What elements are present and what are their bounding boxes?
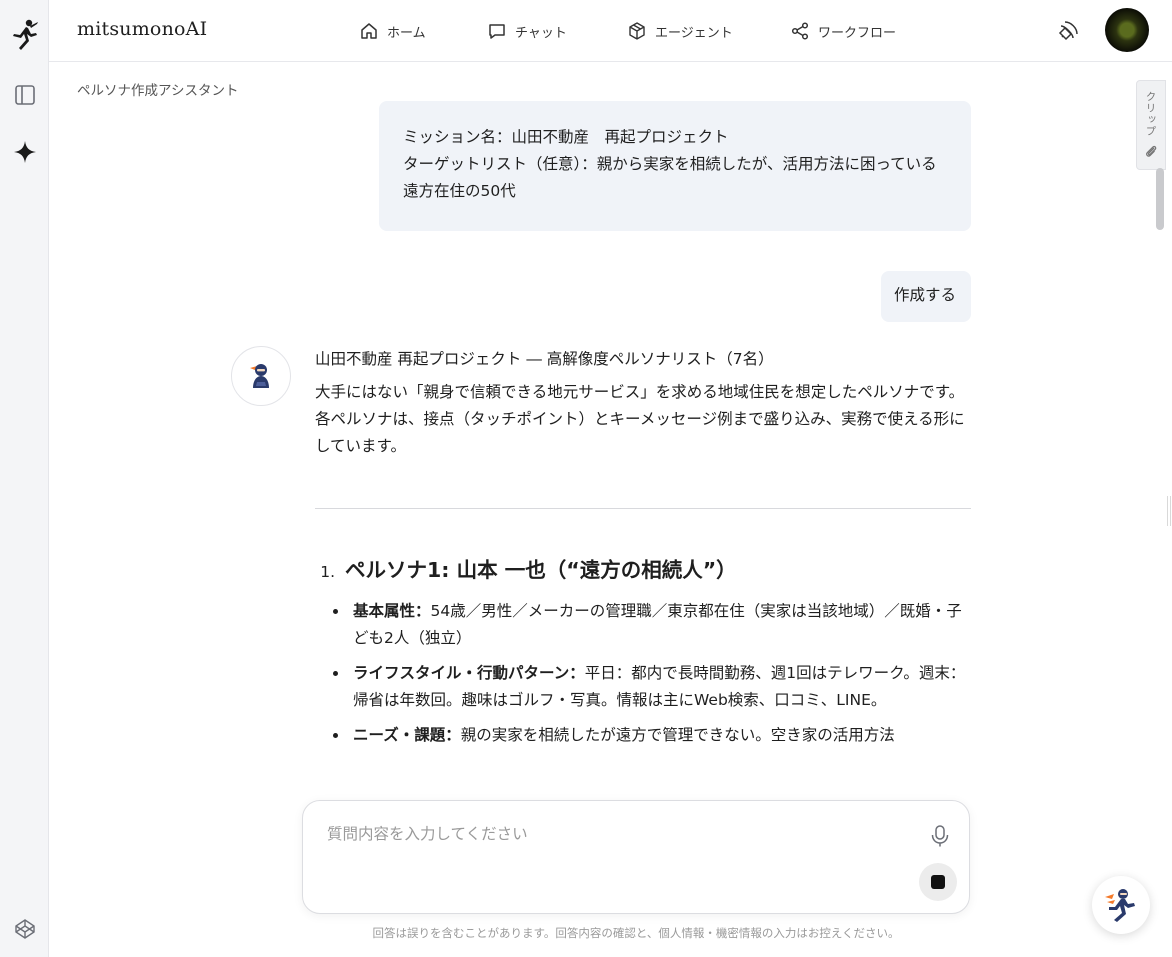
left-rail [0, 0, 49, 957]
ninja-runner-icon [1105, 889, 1135, 922]
persona-attributes: 基本属性：54歳／男性／メーカーの管理職／東京都在住（実家は当該地域）／既婚・子… [315, 598, 971, 749]
nav-agent[interactable]: エージェント [627, 18, 790, 44]
attribute-label: ニーズ・課題： [353, 726, 461, 744]
runner-logo-icon[interactable] [10, 18, 40, 52]
nav-chat-label: チャット [515, 25, 567, 41]
nav-workflow-label: ワークフロー [818, 25, 897, 41]
assistant-fab[interactable] [1092, 876, 1150, 934]
attribute-text: 54歳／男性／メーカーの管理職／東京都在住（実家は当該地域）／既婚・子ども2人（… [353, 602, 962, 647]
message-input[interactable] [327, 821, 887, 847]
user-message: ミッション名：山田不動産 再起プロジェクト ターゲットリスト（任意）：親から実家… [379, 101, 971, 231]
brand-name[interactable]: mitsumonoAI [77, 18, 207, 40]
disclaimer: 回答は誤りを含むことがあります。回答内容の確認と、個人情報・機密情報の入力はお控… [372, 926, 900, 940]
main-nav: ホーム チャット エージェント ワークフロー [359, 18, 920, 44]
nav-agent-label: エージェント [655, 25, 733, 41]
attribute-text: 親の実家を相続したが遠方で管理できない。空き家の活用方法 [460, 726, 895, 744]
answer-title: 山田不動産 再起プロジェクト ― 高解像度ペルソナリスト（7名） [315, 350, 774, 368]
nav-chat[interactable]: チャット [487, 18, 627, 44]
ninja-icon [250, 364, 269, 388]
persona-title: ペルソナ1: 山本 一也（“遠方の相続人”） [345, 558, 737, 582]
home-icon [361, 23, 377, 39]
nav-home-label: ホーム [387, 25, 426, 41]
scrollbar-thumb[interactable] [1156, 168, 1164, 230]
clip-label: クリップ [1144, 91, 1157, 137]
chat-composer [302, 800, 970, 914]
paperclip-icon [1146, 145, 1157, 157]
nav-home[interactable]: ホーム [359, 18, 487, 44]
answer-lead: 大手にはない「親身で信頼できる地元サービス」を求める地域住民を想定したペルソナで… [315, 383, 965, 455]
user-message-line: ミッション名：山田不動産 再起プロジェクト [403, 128, 729, 146]
list-item: 基本属性：54歳／男性／メーカーの管理職／東京都在住（実家は当該地域）／既婚・子… [333, 598, 971, 652]
codepen-icon[interactable] [12, 916, 38, 942]
user-message: 作成する [881, 271, 971, 322]
user-message-line: ターゲットリスト（任意）：親から実家を相続したが、活用方法に困っている遠方在住の… [403, 155, 937, 200]
top-header: mitsumonoAI ホーム チャット エージェント ワークフロー [49, 0, 1172, 62]
assistant-message: 山田不動産 再起プロジェクト ― 高解像度ペルソナリスト（7名） 大手にはない「… [315, 346, 971, 757]
share-icon [791, 22, 809, 40]
stop-button[interactable] [919, 863, 957, 901]
broadcast-icon[interactable] [1057, 18, 1081, 42]
persona-heading: 1. ペルソナ1: 山本 一也（“遠方の相続人”） [315, 557, 971, 586]
page-title: ペルソナ作成アシスタント [77, 83, 239, 99]
clip-tab[interactable]: クリップ [1136, 80, 1166, 170]
list-item: ライフスタイル・行動パターン：平日：都内で長時間勤務、週1回はテレワーク。週末：… [333, 660, 971, 714]
user-avatar[interactable] [1105, 8, 1149, 52]
nav-workflow[interactable]: ワークフロー [790, 18, 920, 44]
attribute-label: ライフスタイル・行動パターン： [353, 664, 585, 682]
cube-icon [629, 22, 645, 40]
divider [315, 508, 971, 509]
list-number: 1. [320, 563, 335, 581]
sparkle-icon[interactable] [12, 139, 38, 165]
resize-handle[interactable] [1167, 496, 1171, 526]
assistant-avatar [231, 346, 291, 406]
list-item: ニーズ・課題：親の実家を相続したが遠方で管理できない。空き家の活用方法 [333, 722, 971, 749]
attribute-label: 基本属性： [353, 602, 431, 620]
sidebar-toggle-icon[interactable] [12, 82, 38, 108]
chat-icon [489, 24, 505, 39]
microphone-icon[interactable] [929, 824, 951, 848]
stop-icon [931, 875, 945, 889]
app-window: mitsumonoAI ホーム チャット エージェント ワークフロー ペルソナ作… [0, 0, 1172, 957]
